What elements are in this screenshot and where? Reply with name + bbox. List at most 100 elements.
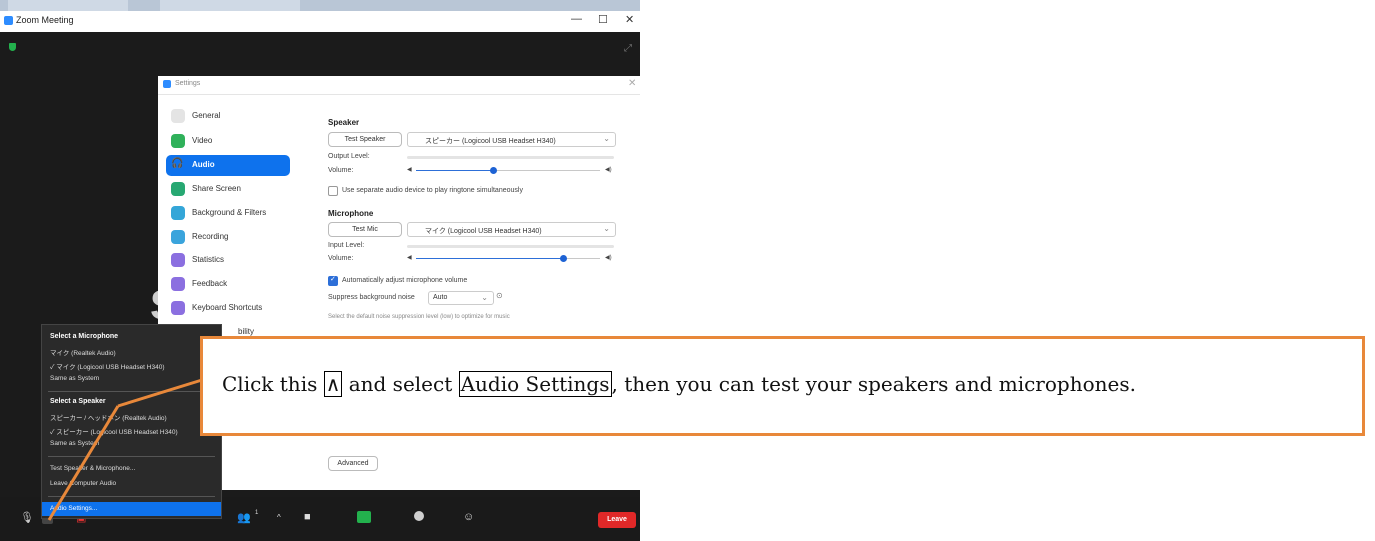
suppress-hint: Select the default noise suppression lev… xyxy=(328,314,510,320)
speaker-device-value: スピーカー (Logicool USB Headset H340) xyxy=(425,138,556,145)
speaker-device-select[interactable]: スピーカー (Logicool USB Headset H340) ⌄ xyxy=(407,132,616,147)
settings-close-button[interactable]: ✕ xyxy=(628,78,636,89)
nav-item-label: Keyboard Shortcuts xyxy=(192,303,263,312)
chat-icon[interactable]: ■ xyxy=(304,511,311,523)
nav-item-label: Recording xyxy=(192,232,229,241)
chevron-down-icon: ⌄ xyxy=(603,224,610,233)
chevron-down-icon: ⌄ xyxy=(603,134,610,143)
instruction-callout: Click this ∧ and select Audio Settings, … xyxy=(200,336,1365,436)
help-icon[interactable]: ⊙ xyxy=(496,291,503,300)
select-microphone-heading: Select a Microphone xyxy=(50,333,119,340)
mute-microphone-icon[interactable]: 🎙 xyxy=(20,511,34,524)
feedback-icon xyxy=(171,277,185,291)
audio-options-menu: Select a Microphone マイク (Realtek Audio) … xyxy=(41,324,222,519)
fullscreen-icon[interactable]: ⤢ xyxy=(624,43,632,54)
maximize-button[interactable]: ☐ xyxy=(598,13,608,26)
nav-item-label: Audio xyxy=(192,160,215,169)
menu-item-speaker-realtek[interactable]: スピーカー / ヘッドホン (Realtek Audio) xyxy=(50,412,167,422)
menu-divider xyxy=(48,496,215,497)
test-speaker-button[interactable]: Test Speaker xyxy=(328,132,402,147)
nav-item-label: Background & Filters xyxy=(192,208,267,217)
auto-adjust-checkbox-label: Automatically adjust microphone volume xyxy=(342,277,468,284)
gear-icon xyxy=(171,109,185,123)
nav-item-label: Statistics xyxy=(192,255,225,264)
record-icon[interactable] xyxy=(414,511,424,521)
headphones-icon: 🎧 xyxy=(171,158,184,169)
callout-caret-box: ∧ xyxy=(323,371,343,397)
mic-volume-label: Volume: xyxy=(328,255,354,262)
advanced-button[interactable]: Advanced xyxy=(328,456,378,471)
minimize-button[interactable]: — xyxy=(571,13,582,25)
nav-item-audio[interactable]: 🎧 Audio xyxy=(166,155,290,176)
microphone-heading: Microphone xyxy=(328,209,374,218)
callout-text-part: , then you can test your speakers and mi… xyxy=(611,372,1136,396)
video-icon xyxy=(171,134,185,148)
browser-tab-strip xyxy=(0,0,640,11)
mic-volume-fill xyxy=(416,258,563,259)
nav-item-share-screen[interactable]: Share Screen xyxy=(166,179,290,200)
share-screen-icon xyxy=(171,182,185,196)
mic-volume-rest xyxy=(563,258,600,259)
menu-divider xyxy=(48,391,215,392)
nav-item-video[interactable]: Video xyxy=(166,131,290,152)
browser-tab[interactable] xyxy=(8,0,128,11)
output-level-meter xyxy=(407,156,614,159)
speaker-volume-rest xyxy=(493,170,600,171)
callout-text-part: Click this xyxy=(222,372,324,396)
microphone-device-select[interactable]: マイク (Logicool USB Headset H340) ⌄ xyxy=(407,222,616,237)
keyboard-icon xyxy=(171,301,185,315)
window-titlebar: Zoom Meeting — ☐ ✕ xyxy=(0,11,640,32)
menu-item-test-speaker-mic[interactable]: Test Speaker & Microphone... xyxy=(50,465,135,472)
settings-header: Settings ✕ xyxy=(158,76,640,95)
callout-audio-settings-box: Audio Settings xyxy=(458,371,612,397)
menu-item-speaker-same-as-system[interactable]: Same as System xyxy=(50,440,99,447)
zoom-logo-icon xyxy=(4,16,13,25)
chevron-down-icon: ⌄ xyxy=(481,293,488,302)
leave-button[interactable]: Leave xyxy=(598,512,636,528)
browser-tab[interactable] xyxy=(160,0,300,11)
suppress-noise-label: Suppress background noise xyxy=(328,294,415,301)
output-level-label: Output Level: xyxy=(328,153,370,160)
menu-item-leave-computer-audio[interactable]: Leave Computer Audio xyxy=(50,480,116,487)
mic-volume-slider[interactable] xyxy=(560,255,567,262)
reactions-icon[interactable]: ☺ xyxy=(463,511,474,523)
volume-high-icon: ◀) xyxy=(605,167,612,173)
menu-item-mic-realtek[interactable]: マイク (Realtek Audio) xyxy=(50,347,116,357)
ringtone-checkbox[interactable] xyxy=(328,186,338,196)
nav-item-label: bility xyxy=(238,327,255,336)
share-screen-icon[interactable] xyxy=(357,511,371,523)
settings-title: Settings xyxy=(175,80,201,87)
suppress-noise-select[interactable]: Auto ⌄ xyxy=(428,291,494,305)
menu-item-mic-same-as-system[interactable]: Same as System xyxy=(50,375,99,382)
menu-item-audio-settings[interactable]: Audio Settings... xyxy=(42,502,221,516)
nav-item-feedback[interactable]: Feedback xyxy=(166,274,290,295)
security-shield-icon xyxy=(9,43,16,51)
speaker-heading: Speaker xyxy=(328,118,360,127)
nav-item-general[interactable]: General xyxy=(166,106,290,127)
nav-item-label: Video xyxy=(192,136,213,145)
speaker-volume-fill xyxy=(416,170,493,171)
volume-low-icon: ◀ xyxy=(407,255,412,261)
input-level-meter xyxy=(407,245,614,248)
volume-low-icon: ◀ xyxy=(407,167,412,173)
menu-divider xyxy=(48,456,215,457)
test-mic-button[interactable]: Test Mic xyxy=(328,222,402,237)
nav-item-recording[interactable]: Recording xyxy=(166,227,290,248)
menu-item-mic-logicool[interactable]: ✓ マイク (Logicool USB Headset H340) xyxy=(50,361,165,371)
microphone-device-value: マイク (Logicool USB Headset H340) xyxy=(425,228,542,235)
nav-item-keyboard-shortcuts[interactable]: Keyboard Shortcuts xyxy=(166,298,290,319)
participants-icon[interactable]: 👥 xyxy=(237,511,251,524)
participants-count: 1 xyxy=(255,510,259,516)
participants-caret-icon[interactable]: ^ xyxy=(277,513,281,522)
close-window-button[interactable]: ✕ xyxy=(625,13,634,26)
statistics-icon xyxy=(171,253,185,267)
nav-item-label: Share Screen xyxy=(192,184,241,193)
speaker-volume-slider[interactable] xyxy=(490,167,497,174)
ringtone-checkbox-label: Use separate audio device to play ringto… xyxy=(342,187,523,194)
menu-item-speaker-logicool[interactable]: ✓ スピーカー (Logicool USB Headset H340) xyxy=(50,426,178,436)
menu-item-label: Audio Settings... xyxy=(50,505,98,512)
auto-adjust-checkbox[interactable]: ✓ xyxy=(328,276,338,286)
nav-item-statistics[interactable]: Statistics xyxy=(166,250,290,271)
nav-item-background-filters[interactable]: Background & Filters xyxy=(166,203,290,224)
callout-text-part: and select xyxy=(342,372,459,396)
